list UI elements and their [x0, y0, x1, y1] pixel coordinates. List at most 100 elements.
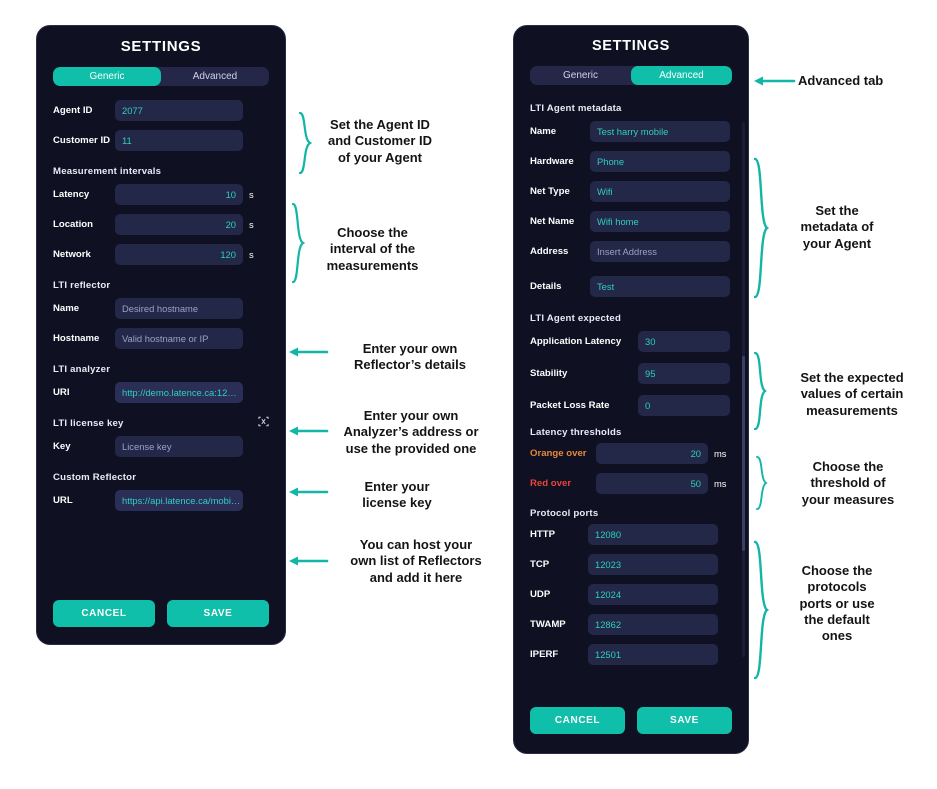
tab-advanced-2[interactable]: Advanced — [631, 66, 732, 85]
reflector-name-input[interactable]: Desired hostname — [115, 298, 243, 319]
label-meta-hardware: Hardware — [530, 156, 574, 167]
screenshot-stage: SETTINGS Generic Advanced Agent ID 2077 … — [0, 0, 937, 789]
network-interval-input[interactable]: 120 — [115, 244, 243, 265]
packet-loss-rate-input[interactable]: 0 — [638, 395, 730, 416]
annotation-brace-intervals — [290, 202, 306, 284]
field-row-meta-address: Address Insert Address — [530, 241, 732, 262]
field-row-meta-details: Details Test — [530, 276, 732, 297]
license-key-input[interactable]: License key — [115, 436, 243, 457]
unit-latency: s — [249, 189, 254, 200]
orange-threshold-input[interactable]: 20 — [596, 443, 708, 464]
annotation-brace-metadata — [752, 157, 770, 299]
latency-interval-input[interactable]: 10 — [115, 184, 243, 205]
label-port-twamp: TWAMP — [530, 619, 566, 630]
label-packet-loss-rate: Packet Loss Rate — [530, 400, 610, 411]
agent-id-input[interactable]: 2077 — [115, 100, 243, 121]
label-customer-id: Customer ID — [53, 135, 111, 146]
location-interval-input[interactable]: 20 — [115, 214, 243, 235]
scan-qr-icon[interactable] — [258, 416, 269, 427]
label-port-tcp: TCP — [530, 559, 550, 570]
port-http-input[interactable]: 12080 — [588, 524, 718, 545]
field-row-custom-reflector-url: URL https://api.latence.ca/mobi… — [53, 490, 269, 511]
label-application-latency: Application Latency — [530, 336, 622, 347]
field-row-meta-net-name: Net Name Wifi home — [530, 211, 732, 232]
cancel-button[interactable]: CANCEL — [53, 600, 155, 627]
tab-generic[interactable]: Generic — [53, 67, 161, 86]
field-row-analyzer-uri: URI http://demo.latence.ca:12… — [53, 382, 269, 403]
meta-details-input[interactable]: Test — [590, 276, 730, 297]
label-red-over: Red over — [530, 478, 572, 489]
meta-net-name-input[interactable]: Wifi home — [590, 211, 730, 232]
annotation-expected: Set the expected values of certain measu… — [800, 370, 904, 418]
field-row-meta-hardware: Hardware Phone — [530, 151, 732, 172]
red-threshold-input[interactable]: 50 — [596, 473, 708, 494]
field-row-port-twamp: TWAMP 12862 — [530, 614, 732, 635]
section-lti-license-key-label: LTI license key — [53, 418, 124, 429]
save-button[interactable]: SAVE — [167, 600, 269, 627]
label-custom-reflector-url: URL — [53, 495, 73, 506]
field-row-meta-net-type: Net Type Wifi — [530, 181, 732, 202]
tab-advanced[interactable]: Advanced — [161, 67, 269, 86]
annotation-metadata: Set the metadata of your Agent — [800, 203, 874, 251]
customer-id-input[interactable]: 11 — [115, 130, 243, 151]
unit-red-threshold: ms — [714, 478, 727, 489]
tab-generic-2[interactable]: Generic — [530, 66, 631, 85]
label-network: Network — [53, 249, 91, 260]
port-tcp-input[interactable]: 12023 — [588, 554, 718, 575]
annotation-license: Enter your license key — [362, 479, 432, 511]
custom-reflector-url-input[interactable]: https://api.latence.ca/mobi… — [115, 490, 243, 511]
section-agent-metadata: LTI Agent metadata — [530, 103, 622, 114]
label-location: Location — [53, 219, 93, 230]
field-row-customer-id: Customer ID 11 — [53, 130, 269, 151]
field-row-orange-threshold: Orange over 20 ms — [530, 443, 732, 464]
reflector-hostname-input[interactable]: Valid hostname or IP — [115, 328, 243, 349]
annotation-brace-ports — [752, 540, 770, 680]
label-meta-net-name: Net Name — [530, 216, 575, 227]
stability-input[interactable]: 95 — [638, 363, 730, 384]
panel-generic-actions: CANCEL SAVE — [53, 600, 269, 627]
meta-address-input[interactable]: Insert Address — [590, 241, 730, 262]
annotation-brace-thresholds — [755, 456, 769, 510]
port-iperf-input[interactable]: 12501 — [588, 644, 718, 665]
analyzer-uri-input[interactable]: http://demo.latence.ca:12… — [115, 382, 243, 403]
unit-orange-threshold: ms — [714, 448, 727, 459]
annotation-reflector: Enter your own Reflector’s details — [354, 341, 466, 373]
annotation-thresholds: Choose the threshold of your measures — [801, 459, 895, 507]
meta-hardware-input[interactable]: Phone — [590, 151, 730, 172]
section-lti-reflector: LTI reflector — [53, 280, 111, 291]
scrollbar-thumb[interactable] — [742, 356, 745, 551]
section-lti-license-key: LTI license key — [53, 416, 269, 429]
field-row-agent-id: Agent ID 2077 — [53, 100, 269, 121]
label-stability: Stability — [530, 368, 568, 379]
label-analyzer-uri: URI — [53, 387, 70, 398]
field-row-port-tcp: TCP 12023 — [530, 554, 732, 575]
page-title-advanced: SETTINGS — [591, 38, 671, 54]
annotation-arrow-custom-reflector — [288, 555, 329, 567]
port-twamp-input[interactable]: 12862 — [588, 614, 718, 635]
meta-net-type-input[interactable]: Wifi — [590, 181, 730, 202]
label-agent-id: Agent ID — [53, 105, 93, 116]
annotation-arrow-reflector — [288, 346, 329, 358]
settings-panel-generic: SETTINGS Generic Advanced Agent ID 2077 … — [36, 25, 286, 645]
cancel-button-advanced[interactable]: CANCEL — [530, 707, 625, 734]
label-port-http: HTTP — [530, 529, 556, 540]
field-row-port-udp: UDP 12024 — [530, 584, 732, 605]
tab-bar-advanced: Generic Advanced — [530, 66, 732, 85]
label-meta-name: Name — [530, 126, 557, 137]
field-row-location-interval: Location 20 s — [53, 214, 269, 235]
label-meta-details: Details — [530, 281, 562, 292]
application-latency-input[interactable]: 30 — [638, 331, 730, 352]
save-button-advanced[interactable]: SAVE — [637, 707, 732, 734]
field-row-license-key: Key License key — [53, 436, 269, 457]
port-udp-input[interactable]: 12024 — [588, 584, 718, 605]
field-row-application-latency: Application Latency 30 — [530, 331, 732, 352]
label-reflector-name: Name — [53, 303, 80, 314]
field-row-reflector-name: Name Desired hostname — [53, 298, 269, 319]
annotation-advanced-tab: Advanced tab — [798, 73, 884, 88]
field-row-port-iperf: IPERF 12501 — [530, 644, 732, 665]
annotation-brace-expected — [752, 351, 768, 431]
label-orange-over: Orange over — [530, 448, 587, 459]
unit-location: s — [249, 219, 254, 230]
meta-name-input[interactable]: Test harry mobile — [590, 121, 730, 142]
unit-network: s — [249, 249, 254, 260]
